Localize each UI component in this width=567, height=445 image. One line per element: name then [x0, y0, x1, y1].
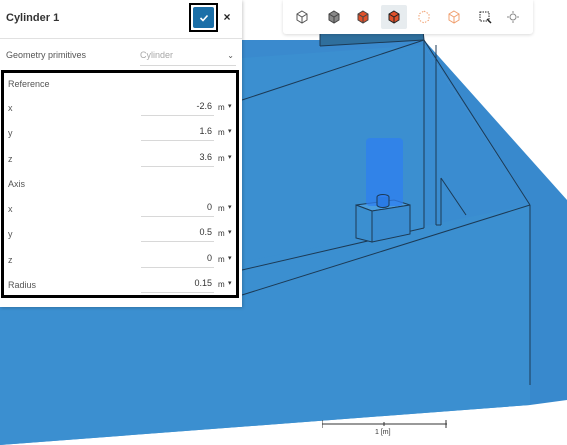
geometry-primitives-select[interactable]: Cylinder ⌄	[140, 47, 236, 66]
reference-y-label: y	[8, 128, 13, 138]
scale-label: 1 [m]	[375, 429, 391, 436]
geometry-primitives-label: Geometry primitives	[6, 50, 87, 60]
cube-red-faces-icon[interactable]	[350, 5, 376, 29]
reference-y-value: 1.6	[199, 126, 212, 136]
unit-label: m	[218, 255, 225, 264]
radius-label: Radius	[8, 280, 37, 290]
reference-z-unit-select[interactable]: m ▾	[216, 153, 234, 167]
cube-red-selected-icon[interactable]	[381, 5, 407, 29]
close-icon: ×	[223, 10, 231, 24]
axis-x-unit-select[interactable]: m ▾	[216, 203, 234, 217]
cube-dotted-icon[interactable]	[411, 5, 437, 29]
reference-z-input[interactable]: 3.6	[141, 150, 214, 167]
axis-y-input[interactable]: 0.5	[141, 225, 214, 242]
checkmark-icon	[199, 14, 208, 22]
axis-z-value: 0	[206, 253, 212, 263]
reference-z-label: z	[8, 154, 13, 164]
axis-z-unit-select[interactable]: m ▾	[216, 254, 234, 268]
cube-outline-icon[interactable]	[289, 5, 315, 29]
cylinder-properties-panel: Cylinder 1 × Geometry primitives Cylinde…	[0, 0, 242, 307]
caret-down-icon: ▾	[228, 229, 232, 236]
chevron-down-icon: ⌄	[227, 51, 234, 60]
panel-title: Cylinder 1	[6, 12, 60, 24]
unit-label: m	[218, 128, 225, 137]
unit-label: m	[218, 154, 225, 163]
axis-x-input[interactable]: 0	[141, 200, 214, 217]
confirm-button[interactable]	[193, 7, 214, 28]
radius-unit-select[interactable]: m ▾	[216, 279, 234, 293]
caret-down-icon: ▾	[228, 204, 232, 211]
reference-x-unit-select[interactable]: m ▾	[216, 102, 234, 116]
caret-down-icon: ▾	[228, 255, 232, 262]
reference-section-label: Reference	[8, 79, 50, 89]
reference-x-label: x	[8, 103, 13, 113]
axis-z-label: z	[8, 255, 13, 265]
caret-down-icon: ▾	[228, 280, 232, 287]
axis-y-label: y	[8, 229, 13, 239]
reference-z-value: 3.6	[199, 152, 212, 162]
unit-label: m	[218, 204, 225, 213]
unit-label: m	[218, 280, 225, 289]
axis-x-value: 0	[206, 202, 212, 212]
unit-label: m	[218, 229, 225, 238]
axis-section-label: Axis	[8, 179, 26, 189]
caret-down-icon: ▾	[228, 154, 232, 161]
scale-bar	[322, 420, 447, 428]
reference-x-input[interactable]: -2.6	[141, 99, 214, 116]
axis-x-label: x	[8, 204, 13, 214]
box-select-icon[interactable]	[472, 5, 498, 29]
close-button[interactable]: ×	[219, 9, 235, 25]
axis-y-value: 0.5	[199, 227, 212, 237]
axis-z-input[interactable]: 0	[141, 251, 214, 268]
parameters-highlight-box: Reference x -2.6 m ▾ y 1.6 m ▾ z 3.6 m ▾ Ax…	[1, 70, 239, 298]
panel-header: Cylinder 1 ×	[0, 0, 242, 39]
geometry-primitives-row: Geometry primitives Cylinder ⌄	[0, 44, 242, 66]
cube-orange-outline-icon[interactable]	[441, 5, 467, 29]
reference-y-input[interactable]: 1.6	[141, 124, 214, 141]
cube-solid-icon[interactable]	[321, 5, 347, 29]
reference-x-value: -2.6	[196, 101, 212, 111]
radius-value: 0.15	[194, 278, 212, 288]
reference-y-unit-select[interactable]: m ▾	[216, 127, 234, 141]
pedestal-front	[355, 204, 373, 243]
radius-input[interactable]: 0.15	[141, 276, 214, 293]
axis-y-unit-select[interactable]: m ▾	[216, 228, 234, 242]
settings-icon[interactable]	[500, 5, 526, 29]
unit-label: m	[218, 103, 225, 112]
caret-down-icon: ▾	[228, 128, 232, 135]
view-toolbar	[283, 0, 533, 34]
caret-down-icon: ▾	[228, 103, 232, 110]
geometry-primitives-value: Cylinder	[140, 50, 174, 60]
